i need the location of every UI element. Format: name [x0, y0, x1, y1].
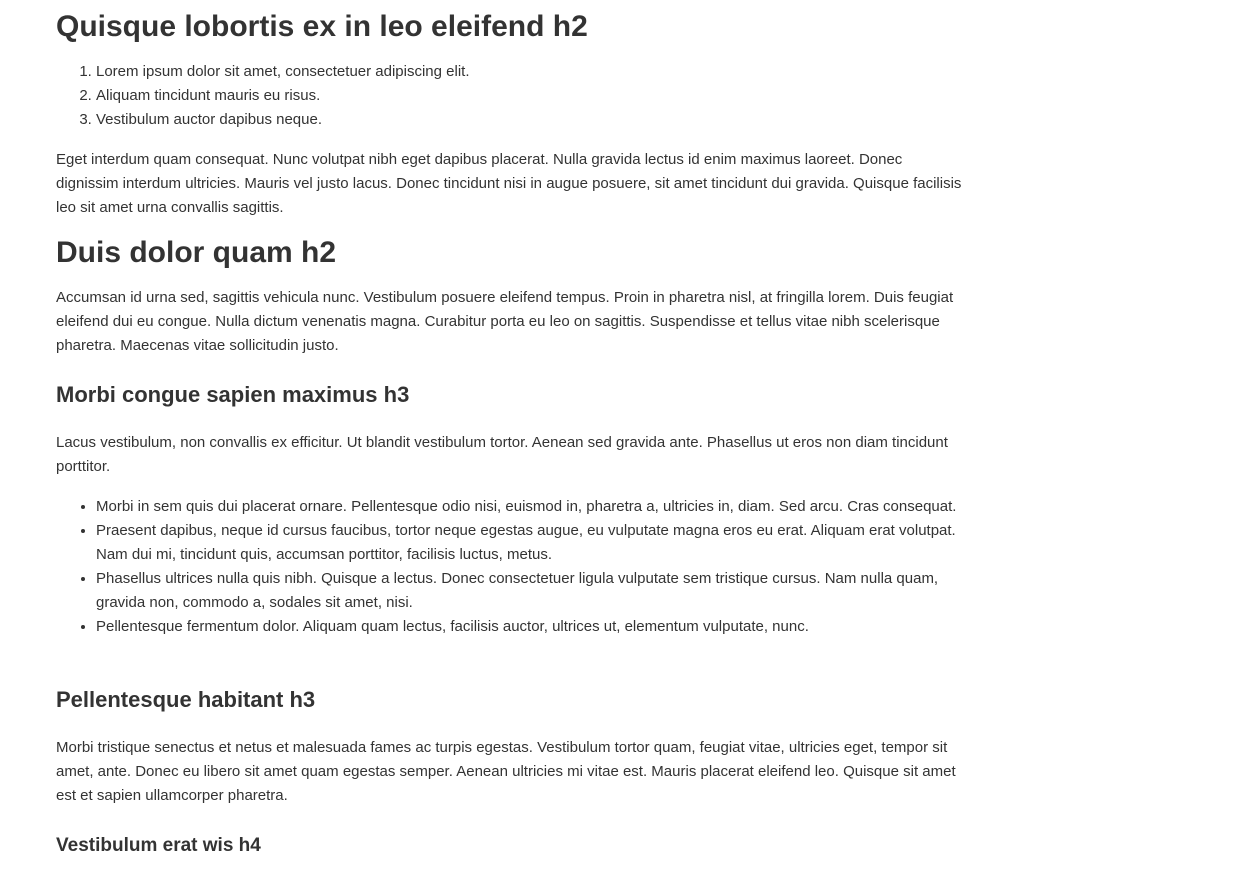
list-item: Pellentesque fermentum dolor. Aliquam qu… [96, 615, 966, 639]
subsection-heading: Pellentesque habitant h3 [56, 687, 316, 712]
paragraph: Morbi tristique senectus et netus et mal… [56, 739, 956, 804]
list-item: Vestibulum auctor dapibus neque. [96, 108, 470, 132]
paragraph: Lacus vestibulum, non convallis ex effic… [56, 434, 948, 475]
list-item: Aliquam tincidunt mauris eu risus. [96, 84, 470, 108]
paragraph: Eget interdum quam consequat. Nunc volut… [56, 151, 962, 216]
list-item: Morbi in sem quis dui placerat ornare. P… [96, 495, 966, 519]
list-item: Lorem ipsum dolor sit amet, consectetuer… [96, 60, 470, 84]
list-item: Phasellus ultrices nulla quis nibh. Quis… [96, 567, 966, 615]
paragraph: Accumsan id urna sed, sagittis vehicula … [56, 289, 954, 354]
minor-heading: Vestibulum erat wis h4 [56, 835, 261, 856]
bullet-list: Morbi in sem quis dui placerat ornare. P… [56, 495, 966, 639]
section-heading: Duis dolor quam h2 [56, 236, 337, 269]
subsection-heading: Morbi congue sapien maximus h3 [56, 382, 410, 407]
ordered-list: Lorem ipsum dolor sit amet, consectetuer… [56, 60, 470, 132]
list-item: Praesent dapibus, neque id cursus faucib… [96, 519, 966, 567]
section-heading: Quisque lobortis ex in leo eleifend h2 [56, 10, 588, 43]
